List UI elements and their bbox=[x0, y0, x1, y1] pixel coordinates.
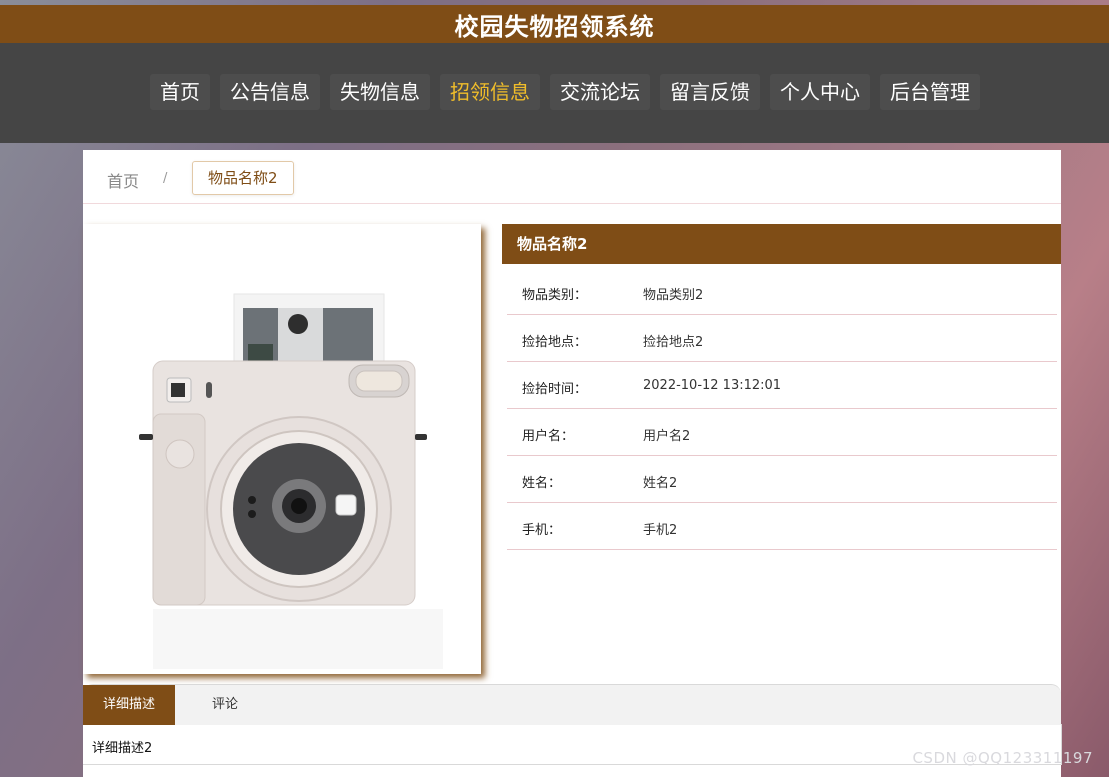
nav-item-forum[interactable]: 交流论坛 bbox=[550, 74, 650, 110]
field-row-phone: 手机： 手机2 bbox=[507, 503, 1057, 550]
main-nav: 首页 公告信息 失物信息 招领信息 交流论坛 留言反馈 个人中心 后台管理 bbox=[150, 74, 980, 110]
nav-item-announcements[interactable]: 公告信息 bbox=[220, 74, 320, 110]
nav-item-lost-items[interactable]: 失物信息 bbox=[330, 74, 430, 110]
field-value: 捡拾地点2 bbox=[643, 335, 704, 350]
site-title: 校园失物招领系统 bbox=[454, 12, 655, 41]
nav-item-home[interactable]: 首页 bbox=[150, 74, 210, 110]
nav-item-feedback[interactable]: 留言反馈 bbox=[660, 74, 760, 110]
field-label: 物品类别： bbox=[522, 288, 588, 303]
breadcrumb-home-link[interactable]: 首页 bbox=[107, 168, 139, 192]
nav-item-profile[interactable]: 个人中心 bbox=[770, 74, 870, 110]
item-title: 物品名称2 bbox=[502, 224, 1061, 264]
title-bar: 校园失物招领系统 bbox=[0, 5, 1109, 43]
nav-bar: 首页 公告信息 失物信息 招领信息 交流论坛 留言反馈 个人中心 后台管理 bbox=[0, 43, 1109, 143]
field-row-location: 捡拾地点： 捡拾地点2 bbox=[507, 315, 1057, 362]
field-row-username: 用户名： 用户名2 bbox=[507, 409, 1057, 456]
breadcrumb-separator: / bbox=[163, 171, 168, 186]
field-label: 捡拾地点： bbox=[522, 335, 588, 350]
field-value: 2022-10-12 13:12:01 bbox=[643, 378, 782, 393]
detail-tabs: 详细描述 评论 bbox=[83, 684, 1061, 725]
field-label: 姓名： bbox=[522, 476, 562, 491]
breadcrumb-current: 物品名称2 bbox=[192, 161, 294, 195]
field-row-name: 姓名： 姓名2 bbox=[507, 456, 1057, 503]
field-row-time: 捡拾时间： 2022-10-12 13:12:01 bbox=[507, 362, 1057, 409]
tab-comments[interactable]: 评论 bbox=[195, 685, 255, 725]
breadcrumb: 首页 / 物品名称2 bbox=[83, 150, 1061, 204]
field-label: 手机： bbox=[522, 523, 562, 538]
field-value: 手机2 bbox=[643, 523, 678, 538]
item-photo bbox=[83, 224, 481, 674]
camera-image bbox=[139, 293, 443, 669]
tab-description[interactable]: 详细描述 bbox=[83, 685, 175, 725]
description-text: 详细描述2 bbox=[92, 741, 153, 756]
field-value: 物品类别2 bbox=[643, 288, 704, 303]
field-value: 用户名2 bbox=[643, 429, 691, 444]
field-row-category: 物品类别： 物品类别2 bbox=[507, 268, 1057, 315]
nav-item-found-items[interactable]: 招领信息 bbox=[440, 74, 540, 110]
item-detail-list: 物品类别： 物品类别2 捡拾地点： 捡拾地点2 捡拾时间： 2022-10-12… bbox=[507, 268, 1057, 550]
field-value: 姓名2 bbox=[643, 476, 678, 491]
watermark: CSDN @QQ123311197 bbox=[912, 749, 1093, 767]
detail-card: 首页 / 物品名称2 物品名称2 物品类别： 物品类别2 捡拾地点： 捡拾地点2… bbox=[83, 150, 1062, 777]
field-label: 捡拾时间： bbox=[522, 382, 588, 397]
nav-item-admin[interactable]: 后台管理 bbox=[880, 74, 980, 110]
field-label: 用户名： bbox=[522, 429, 575, 444]
